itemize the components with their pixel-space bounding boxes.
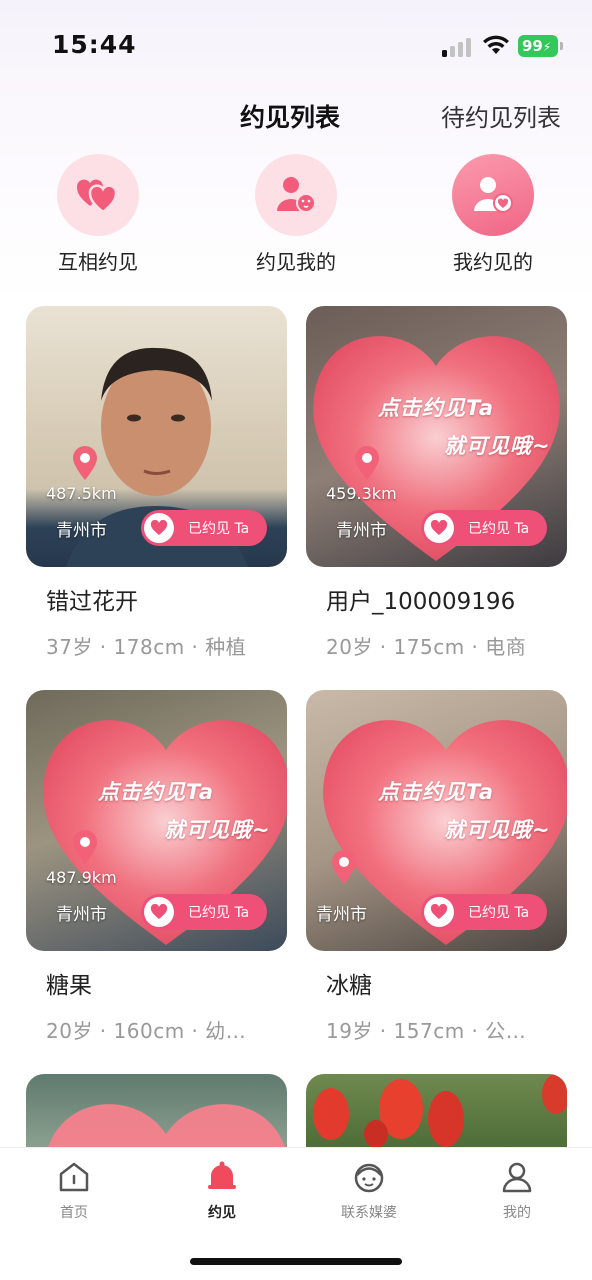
nav-label: 我的 <box>503 1205 531 1221</box>
category-mutual[interactable]: 互相约见 <box>18 150 178 275</box>
status-bar: 15:44 99⚡ <box>0 0 592 90</box>
tab-meet-list[interactable]: 约见列表 <box>240 98 340 134</box>
person-heart-icon <box>452 154 534 236</box>
profile-photo[interactable]: 点击约见Ta 就可见哦~ 青州市 已约见 Ta <box>306 690 567 951</box>
double-heart-icon <box>57 154 139 236</box>
top-tabs: 约见列表 待约见列表 <box>0 98 592 134</box>
met-badge-label: 已约见 Ta <box>468 905 530 921</box>
nav-label: 联系媒婆 <box>341 1205 397 1221</box>
distance-label: 459.3km <box>326 484 397 503</box>
met-badge-label: 已约见 Ta <box>188 521 250 537</box>
home-icon <box>59 1162 89 1192</box>
category-row: 互相约见 约见我的 我约见的 <box>0 150 592 280</box>
tab-pending-list[interactable]: 待约见列表 <box>441 98 561 133</box>
met-badge-label: 已约见 Ta <box>188 905 250 921</box>
profile-name: 错过花开 <box>46 589 138 615</box>
met-badge[interactable]: 已约见 Ta <box>421 510 547 546</box>
status-time: 15:44 <box>52 30 137 59</box>
profile-card[interactable] <box>306 1074 567 1154</box>
location-pin-icon <box>355 446 379 480</box>
category-label: 约见我的 <box>256 250 336 274</box>
location-pin-icon <box>73 830 97 864</box>
met-badge[interactable]: 已约见 Ta <box>421 894 547 930</box>
location-pin-icon <box>332 850 356 884</box>
met-badge[interactable]: 已约见 Ta <box>141 510 267 546</box>
nav-label: 约见 <box>208 1205 236 1221</box>
profile-card[interactable]: 点击约见Ta 就可见哦~ 459.3km 青州市 已约见 Ta 用户_10000… <box>306 306 567 659</box>
distance-label: 487.5km <box>46 484 117 503</box>
profile-icon <box>502 1162 532 1193</box>
profile-photo[interactable] <box>26 1074 287 1154</box>
profile-info: 20岁 · 175cm · 电商 <box>326 635 527 659</box>
profile-photo[interactable]: 点击约见Ta 就可见哦~ 459.3km 青州市 已约见 Ta <box>306 306 567 567</box>
heart-icon <box>144 897 174 927</box>
home-indicator <box>190 1258 402 1265</box>
nav-profile[interactable]: 我的 <box>457 1160 577 1222</box>
wifi-icon <box>483 35 509 54</box>
profile-info: 37岁 · 178cm · 种植 <box>46 635 247 659</box>
promo-line2: 就可见哦~ <box>444 818 551 842</box>
promo-line1: 点击约见Ta <box>378 396 495 420</box>
person-kiss-icon <box>255 154 337 236</box>
profile-photo[interactable] <box>306 1074 567 1154</box>
city-label: 青州市 <box>56 905 107 925</box>
promo-line1: 点击约见Ta <box>98 780 215 804</box>
city-label: 青州市 <box>336 521 387 541</box>
city-label: 青州市 <box>316 905 367 925</box>
profile-card[interactable]: 487.5km 青州市 已约见 Ta 错过花开 37岁 · 178cm · 种植 <box>26 306 287 659</box>
profile-photo[interactable]: 点击约见Ta 就可见哦~ 487.9km 青州市 已约见 Ta <box>26 690 287 951</box>
category-label: 互相约见 <box>58 250 138 274</box>
profile-info: 20岁 · 160cm · 幼… <box>46 1019 247 1043</box>
heart-icon <box>424 897 454 927</box>
city-label: 青州市 <box>56 521 107 541</box>
battery-tip <box>560 42 563 50</box>
signal-icon <box>442 37 472 57</box>
heart-icon <box>144 513 174 543</box>
profile-card[interactable]: 点击约见Ta 就可见哦~ 487.9km 青州市 已约见 Ta 糖果 20岁 ·… <box>26 690 287 1043</box>
profile-photo[interactable]: 487.5km 青州市 已约见 Ta <box>26 306 287 567</box>
promo-line2: 就可见哦~ <box>164 818 271 842</box>
met-badge-label: 已约见 Ta <box>468 521 530 537</box>
profile-name: 糖果 <box>46 973 92 999</box>
nav-label: 首页 <box>60 1205 88 1221</box>
battery-icon: 99⚡ <box>518 35 558 57</box>
met-badge[interactable]: 已约见 Ta <box>141 894 267 930</box>
profile-name: 冰糖 <box>326 973 372 999</box>
heart-icon <box>424 513 454 543</box>
promo-line1: 点击约见Ta <box>378 780 495 804</box>
profile-card[interactable] <box>26 1074 287 1154</box>
nav-matchmaker[interactable]: 联系媒婆 <box>309 1160 429 1222</box>
battery-level: 99 <box>522 37 543 55</box>
tulip-illustration <box>313 1074 567 1148</box>
profile-card[interactable]: 点击约见Ta 就可见哦~ 青州市 已约见 Ta 冰糖 19岁 · 157cm ·… <box>306 690 567 1043</box>
profile-info: 19岁 · 157cm · 公… <box>326 1019 527 1043</box>
nav-home[interactable]: 首页 <box>14 1160 134 1222</box>
distance-label: 487.9km <box>46 868 117 887</box>
matchmaker-icon <box>354 1163 384 1193</box>
category-i-meet[interactable]: 我约见的 <box>413 150 573 275</box>
heart-overlay <box>46 1104 287 1154</box>
bell-icon <box>208 1161 236 1189</box>
category-label: 我约见的 <box>453 250 533 274</box>
location-pin-icon <box>73 446 97 480</box>
nav-meet[interactable]: 约见 <box>162 1160 282 1222</box>
category-meet-me[interactable]: 约见我的 <box>216 150 376 275</box>
profile-name: 用户_100009196 <box>326 589 516 615</box>
promo-line2: 就可见哦~ <box>444 434 551 458</box>
